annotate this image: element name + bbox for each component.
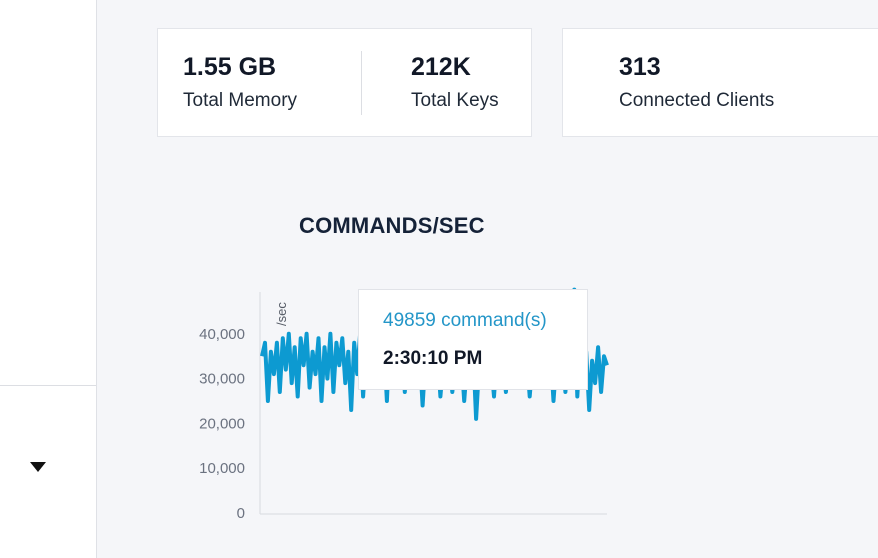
y-tick-label: 40,000 bbox=[199, 326, 245, 343]
y-axis-title: /sec bbox=[274, 302, 289, 326]
chart-tooltip: 49859 command(s) 2:30:10 PM bbox=[358, 289, 588, 390]
y-tick-label: 20,000 bbox=[199, 415, 245, 432]
tooltip-value: 49859 command(s) bbox=[383, 310, 547, 331]
y-tick-label: 10,000 bbox=[199, 460, 245, 477]
commands-chart: 0 10,000 20,000 30,000 40,000 /sec bbox=[199, 287, 609, 522]
tooltip-time: 2:30:10 PM bbox=[383, 348, 483, 369]
y-tick-label: 0 bbox=[237, 505, 245, 522]
y-tick-label: 30,000 bbox=[199, 371, 245, 388]
